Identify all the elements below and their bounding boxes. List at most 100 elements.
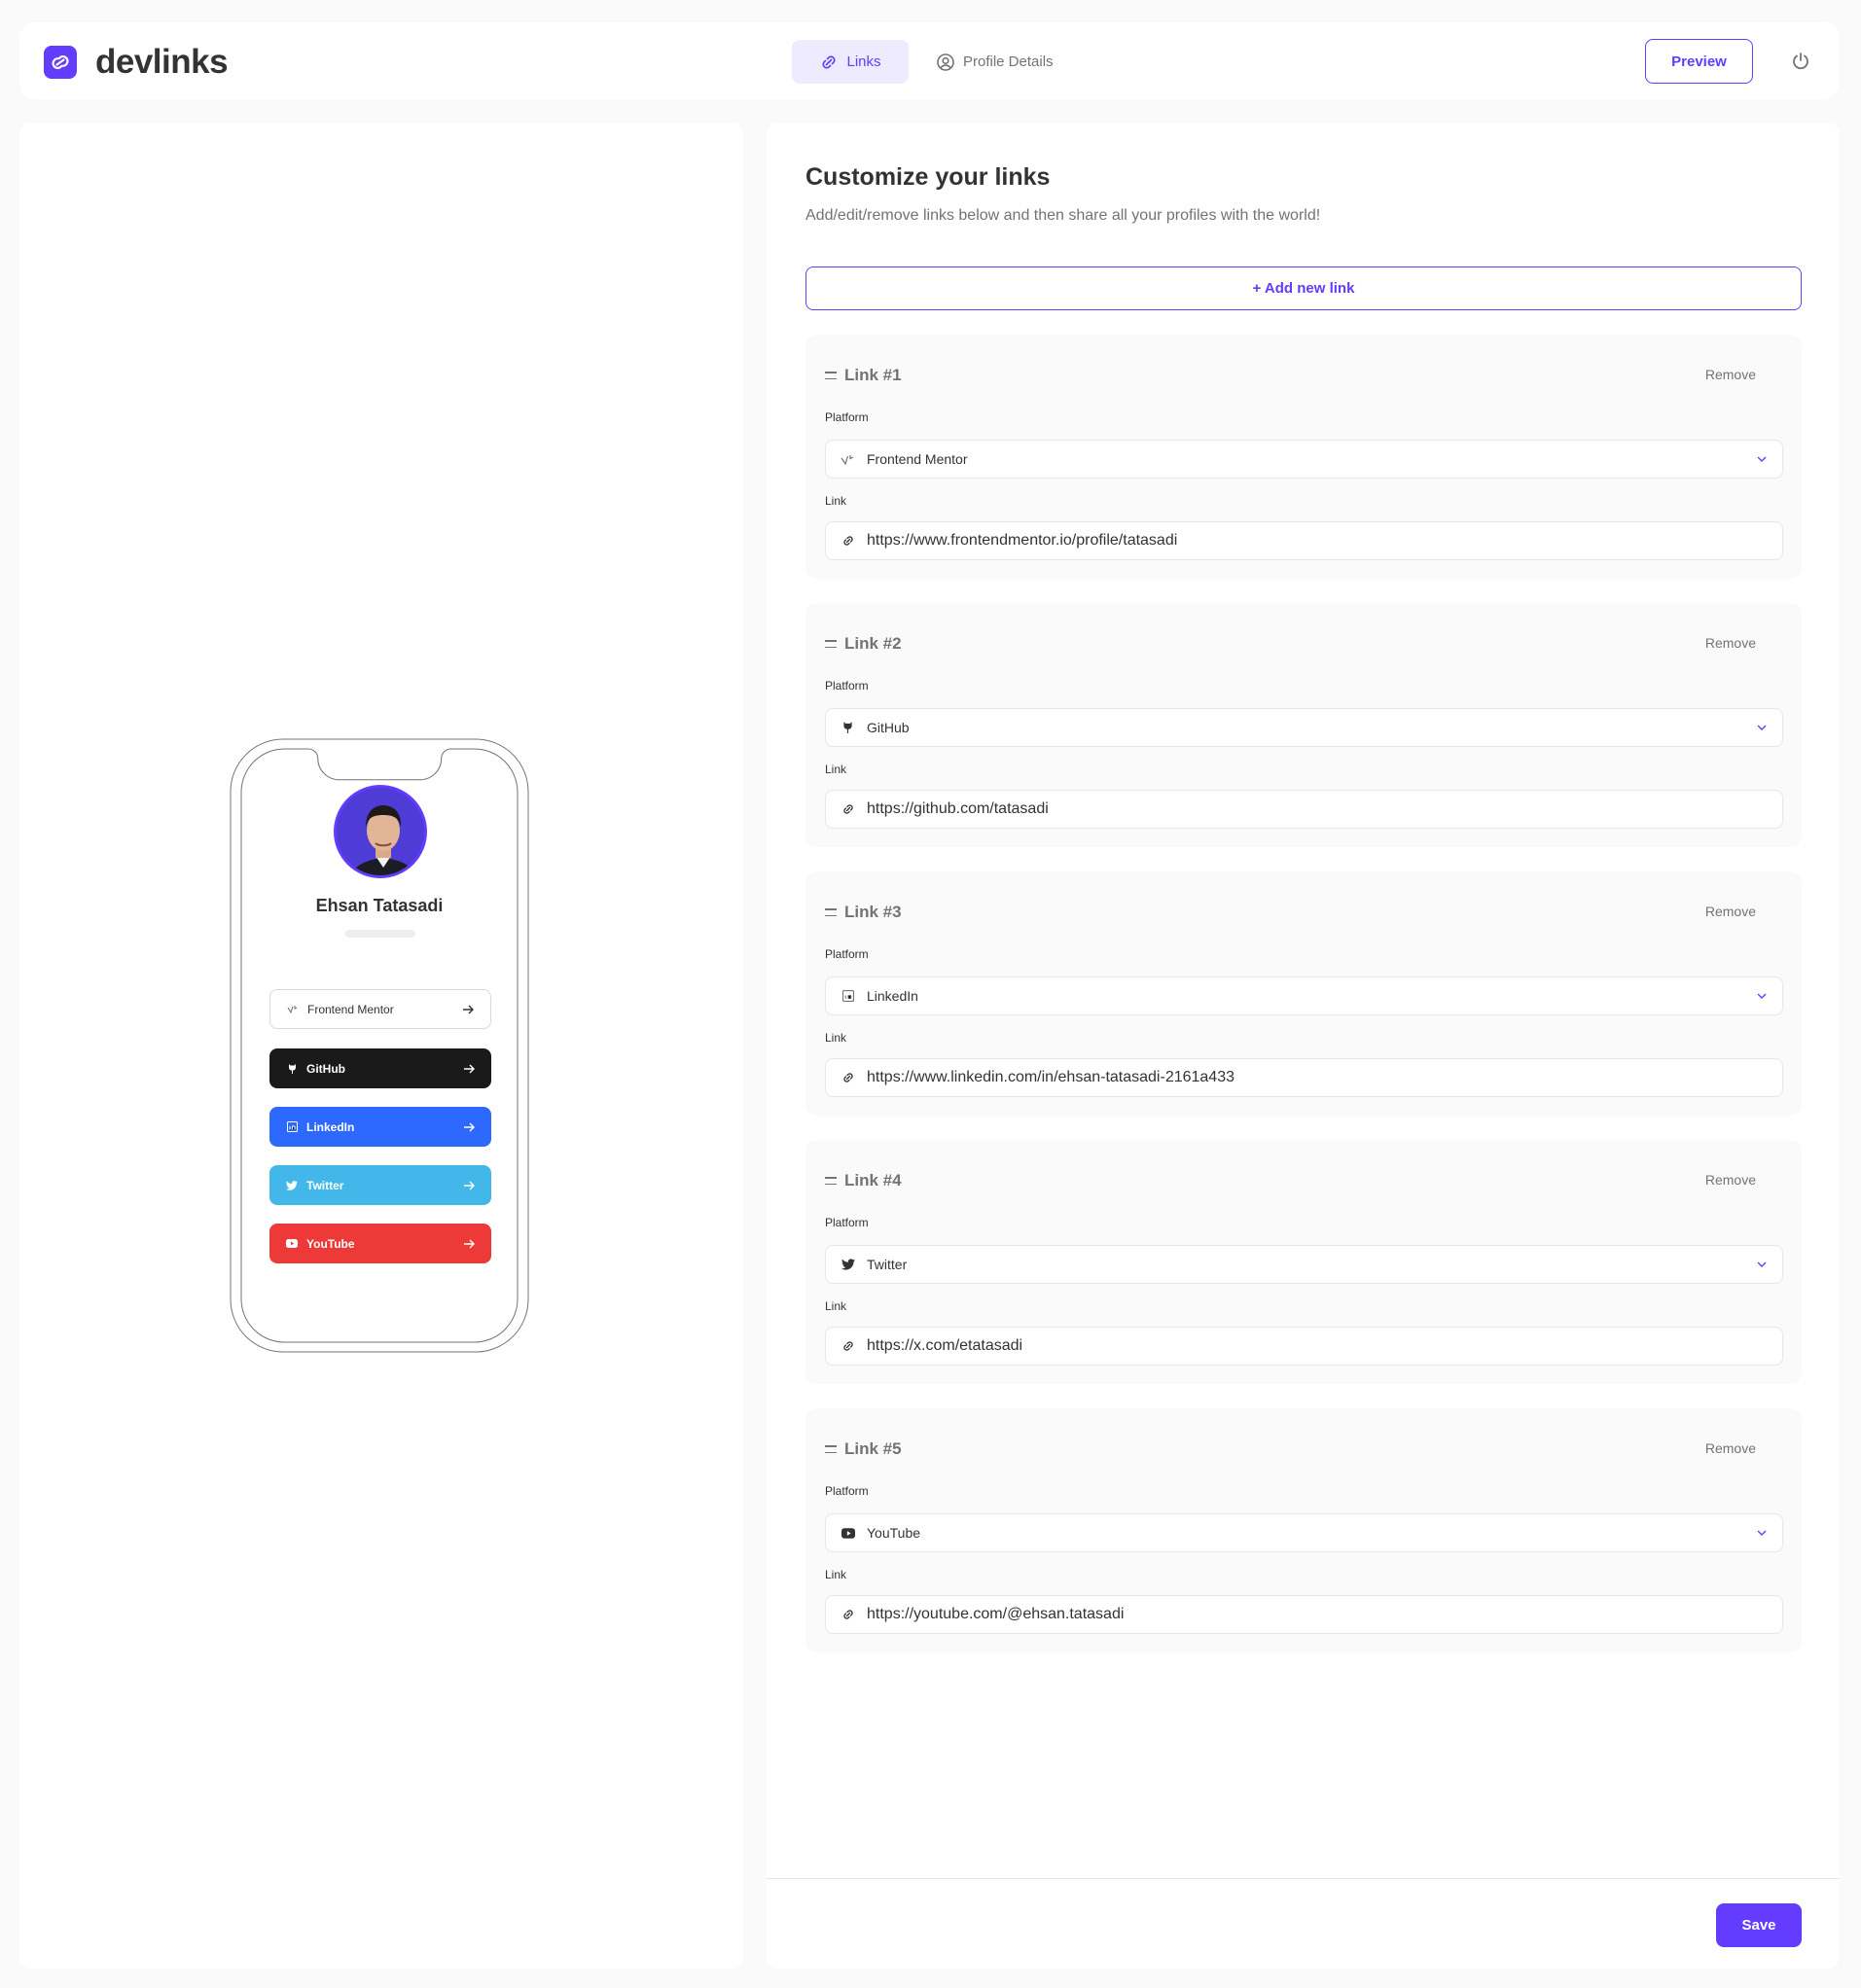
footer-divider [767, 1878, 1840, 1879]
platform-select[interactable]: YouTube [825, 1513, 1783, 1552]
preview-link-label: Frontend Mentor [307, 1002, 394, 1016]
link-card-header: Link #1 [825, 366, 902, 385]
chevron-down-icon [1757, 725, 1767, 730]
link-icon [822, 54, 837, 69]
preview-button[interactable]: Preview [1645, 39, 1753, 84]
link-url-input[interactable]: https://youtube.com/@ehsan.tatasadi [825, 1595, 1783, 1634]
email-placeholder [345, 930, 415, 938]
arrow-right-icon [464, 1239, 475, 1248]
logo: devlinks [44, 43, 229, 82]
platform-label: Platform [825, 410, 869, 424]
arrow-right-icon [464, 1181, 475, 1189]
platform-select-value: LinkedIn [867, 988, 918, 1004]
link-label: Link [825, 1568, 847, 1581]
platform-select[interactable]: Twitter [825, 1245, 1783, 1284]
platform-select[interactable]: LinkedIn [825, 976, 1783, 1015]
twitter-icon [285, 1179, 299, 1192]
page-subtitle: Add/edit/remove links below and then sha… [805, 207, 1321, 224]
drag-handle-icon[interactable] [825, 908, 837, 916]
link-card: Link #1 Remove Platform Frontend Mentor … [805, 335, 1802, 579]
link-url-input[interactable]: https://www.linkedin.com/in/ehsan-tatasa… [825, 1058, 1783, 1097]
phone-mockup: Ehsan Tatasadi Frontend Mentor GitHub Li… [230, 738, 529, 1353]
link-card-title: Link #1 [844, 366, 902, 384]
drag-handle-icon[interactable] [825, 1445, 837, 1453]
github-icon [285, 1062, 299, 1076]
link-card-header: Link #5 [825, 1439, 902, 1459]
preview-link-linkedin[interactable]: LinkedIn [269, 1107, 491, 1147]
platform-label: Platform [825, 1216, 869, 1229]
platform-select[interactable]: Frontend Mentor [825, 440, 1783, 479]
platform-label: Platform [825, 1484, 869, 1498]
link-url-value: https://github.com/tatasadi [867, 800, 1049, 817]
link-icon [841, 802, 855, 817]
remove-link-button[interactable]: Remove [1705, 367, 1756, 382]
platform-select-value: Twitter [867, 1257, 908, 1272]
link-url-value: https://www.linkedin.com/in/ehsan-tatasa… [867, 1069, 1235, 1085]
link-card-header: Link #2 [825, 634, 902, 654]
link-url-input[interactable]: https://github.com/tatasadi [825, 790, 1783, 829]
app-name: devlinks [95, 43, 229, 81]
add-new-link-button[interactable]: + Add new link [805, 266, 1802, 310]
github-icon [841, 721, 855, 735]
remove-link-button[interactable]: Remove [1705, 904, 1756, 919]
arrow-right-icon [463, 1005, 474, 1013]
link-card: Link #4 Remove Platform Twitter Link htt… [805, 1140, 1802, 1384]
tab-profile-details-label: Profile Details [963, 53, 1054, 70]
chevron-down-icon [1757, 1530, 1767, 1536]
link-card: Link #5 Remove Platform YouTube Link htt… [805, 1408, 1802, 1652]
link-card-title: Link #3 [844, 903, 902, 921]
preview-link-github[interactable]: GitHub [269, 1048, 491, 1088]
profile-name: Ehsan Tatasadi [315, 896, 444, 915]
link-icon [841, 1608, 855, 1622]
preview-panel: Ehsan Tatasadi Frontend Mentor GitHub Li… [19, 123, 743, 1969]
arrow-right-icon [464, 1064, 475, 1073]
user-circle-icon [937, 53, 954, 71]
platform-select-value: GitHub [867, 720, 910, 735]
tab-profile-details[interactable]: Profile Details [909, 40, 1081, 84]
preview-link-twitter[interactable]: Twitter [269, 1165, 491, 1205]
avatar [334, 785, 427, 878]
link-card-title: Link #4 [844, 1171, 902, 1189]
chevron-down-icon [1757, 456, 1767, 462]
link-card-title: Link #5 [844, 1439, 902, 1458]
page-title: Customize your links [805, 163, 1051, 191]
remove-link-button[interactable]: Remove [1705, 635, 1756, 651]
nav-tabs: Links Profile Details [792, 40, 1081, 84]
link-card-title: Link #2 [844, 634, 902, 653]
tab-links-label: Links [846, 53, 881, 70]
link-url-input[interactable]: https://x.com/etatasadi [825, 1327, 1783, 1366]
youtube-icon [285, 1237, 299, 1251]
top-nav: devlinks Links Profile Details Preview [19, 22, 1840, 99]
platform-label: Platform [825, 947, 869, 961]
platform-select-value: YouTube [867, 1525, 921, 1541]
link-card: Link #3 Remove Platform LinkedIn Link ht… [805, 871, 1802, 1116]
drag-handle-icon[interactable] [825, 640, 837, 648]
link-url-value: https://x.com/etatasadi [867, 1337, 1023, 1354]
preview-link-frontend-mentor[interactable]: Frontend Mentor [269, 989, 491, 1029]
chevron-down-icon [1757, 1261, 1767, 1267]
preview-link-label: GitHub [306, 1061, 345, 1076]
save-button[interactable]: Save [1716, 1903, 1802, 1947]
preview-link-label: Twitter [306, 1178, 344, 1192]
preview-link-youtube[interactable]: YouTube [269, 1224, 491, 1263]
preview-link-label: YouTube [306, 1236, 355, 1251]
drag-handle-icon[interactable] [825, 372, 837, 379]
platform-select-value: Frontend Mentor [867, 451, 968, 467]
power-icon[interactable] [1787, 48, 1814, 75]
youtube-icon [841, 1526, 855, 1541]
remove-link-button[interactable]: Remove [1705, 1172, 1756, 1188]
tab-links[interactable]: Links [792, 40, 909, 84]
arrow-right-icon [464, 1122, 475, 1131]
devlinks-logo-icon [44, 46, 77, 79]
frontend-mentor-icon [286, 1003, 300, 1016]
link-card-header: Link #4 [825, 1171, 902, 1190]
remove-link-button[interactable]: Remove [1705, 1440, 1756, 1456]
link-label: Link [825, 763, 847, 776]
link-url-input[interactable]: https://www.frontendmentor.io/profile/ta… [825, 521, 1783, 560]
link-icon [841, 1071, 855, 1085]
platform-select[interactable]: GitHub [825, 708, 1783, 747]
drag-handle-icon[interactable] [825, 1177, 837, 1185]
link-label: Link [825, 494, 847, 508]
preview-link-label: LinkedIn [306, 1119, 355, 1134]
linkedin-icon [285, 1120, 299, 1134]
